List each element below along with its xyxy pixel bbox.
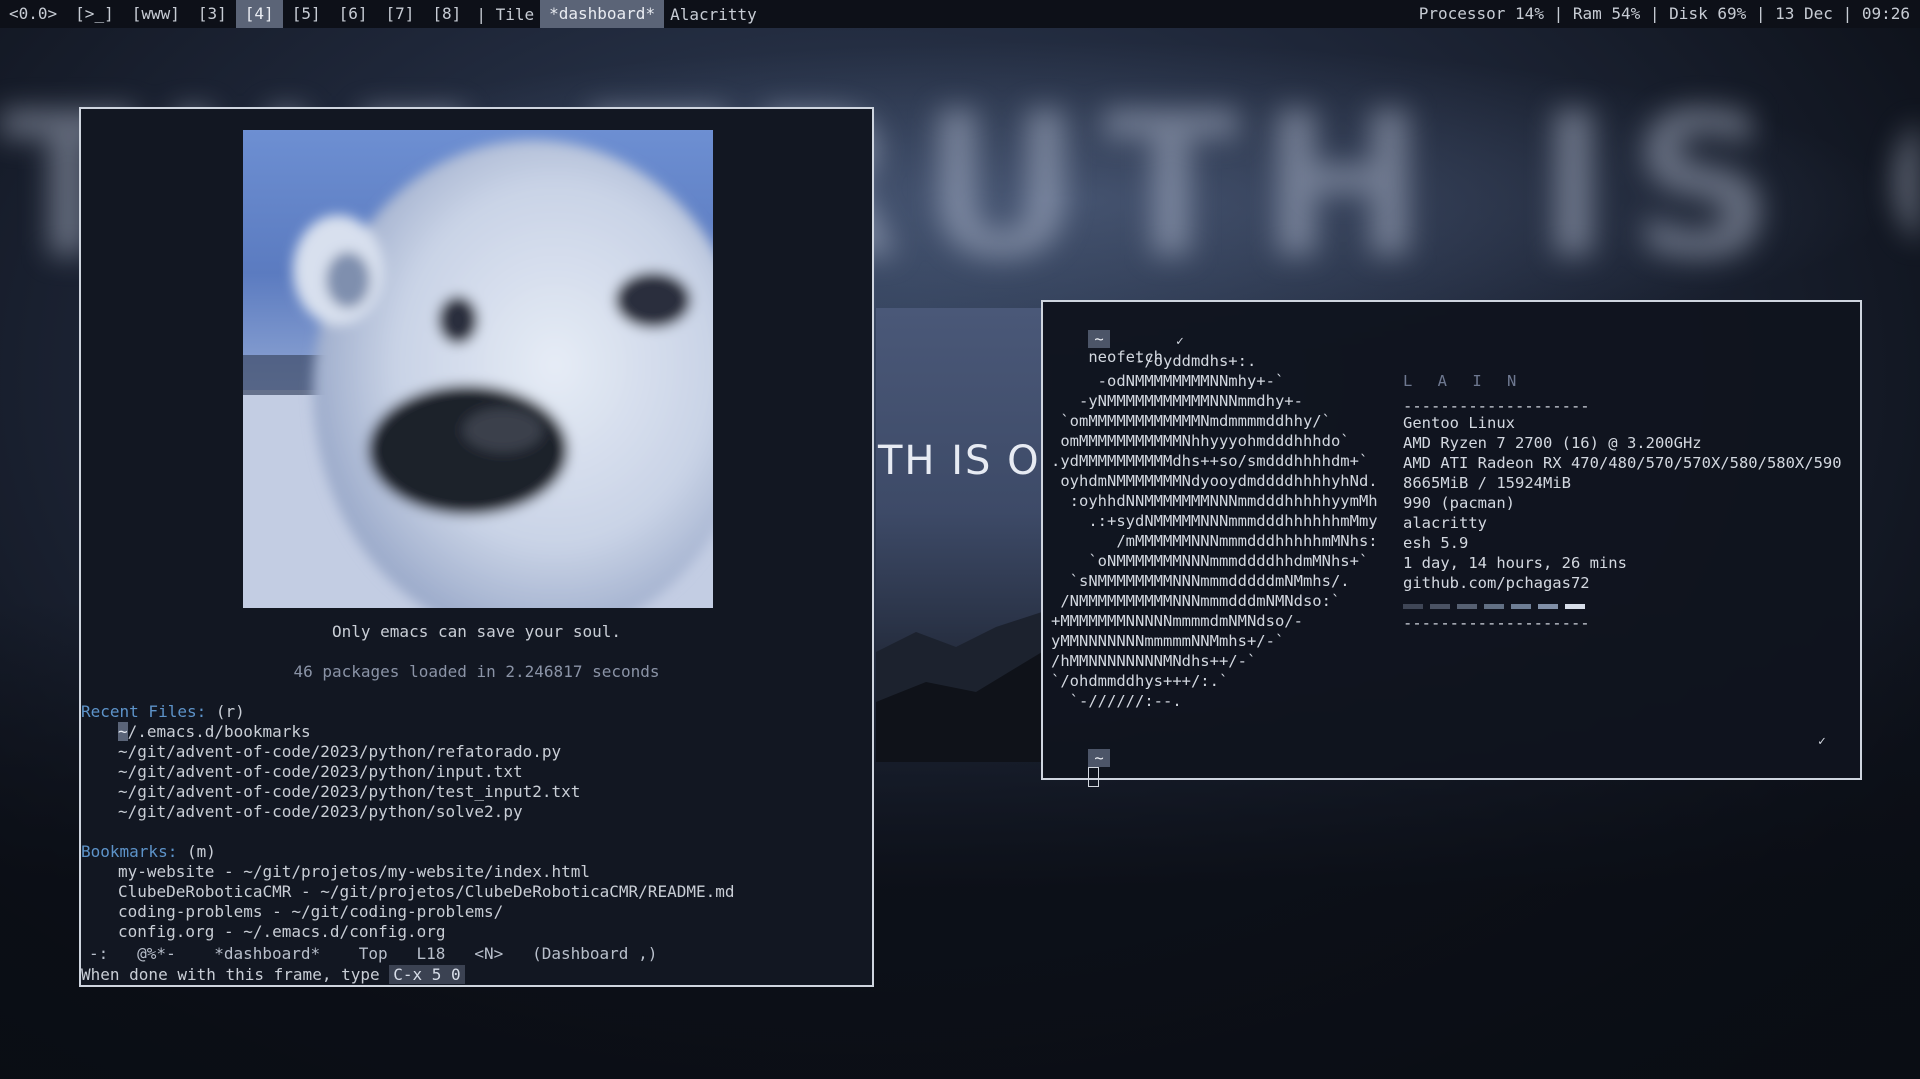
ascii-art-line: `/ohdmmddhys+++/:.` [1051, 672, 1229, 690]
color-swatch [1430, 604, 1450, 609]
workspace-7[interactable]: [7] [377, 0, 424, 28]
recent-file-item[interactable]: ~/git/advent-of-code/2023/python/test_in… [118, 782, 580, 801]
workspace-www[interactable]: [www] [123, 0, 189, 28]
ascii-art-line: oyhdmNMMMMMMMNdyooydmddddhhhhyhNd. [1051, 472, 1378, 490]
bookmarks-heading: Bookmarks: [81, 842, 178, 861]
color-swatch [1511, 604, 1531, 609]
recent-file-item-rest[interactable]: /.emacs.d/bookmarks [128, 722, 311, 741]
ascii-art-line: `sNMMMMMMMMNNNmmmdddddmNMmhs/. [1051, 572, 1350, 590]
info-separator-bottom: -------------------- [1403, 614, 1590, 632]
ascii-art-line: +MMMMMMMNNNNNmmmmdmNMNdso/- [1051, 612, 1303, 630]
ascii-art-line: -odNMMMMMMMMNNmhy+-` [1051, 372, 1285, 390]
workspace-0[interactable]: <0.0> [0, 0, 66, 28]
prompt-status-icon: ✓ [1818, 734, 1826, 749]
emacs-minibuffer[interactable]: When done with this frame, type C-x 5 0 [81, 965, 465, 984]
info-gpu: AMD ATI Radeon RX 470/480/570/570X/580/5… [1403, 454, 1842, 472]
color-swatch [1565, 604, 1585, 609]
ascii-art-line: /mMMMMMMNNNmmmdddhhhhhmMNhs: [1051, 532, 1378, 550]
color-swatch [1484, 604, 1504, 609]
recent-file-item[interactable]: ~/git/advent-of-code/2023/python/refator… [118, 742, 561, 761]
bookmark-item[interactable]: ClubeDeRoboticaCMR - ~/git/projetos/Club… [118, 882, 735, 901]
info-cpu: AMD Ryzen 7 2700 (16) @ 3.200GHz [1403, 434, 1702, 452]
workspace-4-active[interactable]: [4] [235, 0, 283, 28]
ascii-art-line: yMMNNNNNNNmmmmmNNMmhs+/-` [1051, 632, 1285, 650]
info-memory: 8665MiB / 15924MiB [1403, 474, 1571, 492]
info-packages: 990 (pacman) [1403, 494, 1515, 512]
window-title-dashboard[interactable]: *dashboard* [540, 0, 665, 28]
color-swatch [1538, 604, 1558, 609]
ascii-art-line: `-//////:--. [1051, 692, 1182, 710]
polar-bear-illustration [243, 140, 713, 608]
workspace-8[interactable]: [8] [423, 0, 470, 28]
recent-files-heading: Recent Files: [81, 702, 207, 721]
info-os: Gentoo Linux [1403, 414, 1515, 432]
prompt-directory: ~ [1088, 749, 1110, 767]
bookmarks-header: Bookmarks: (m) [81, 842, 216, 861]
text-cursor: ~ [118, 722, 128, 741]
workspace-6[interactable]: [6] [330, 0, 377, 28]
ascii-art-line: `omMMMMMMMMMMMMNmdmmmmddhhy/` [1051, 412, 1331, 430]
recent-files-header: Recent Files: (r) [81, 702, 245, 721]
recent-file-item[interactable]: ~/git/advent-of-code/2023/python/solve2.… [118, 802, 523, 821]
workspace-terminal[interactable]: [>_] [66, 0, 123, 28]
minibuffer-message: When done with this frame, type [81, 965, 390, 984]
info-github: github.com/pchagas72 [1403, 574, 1590, 592]
ascii-art-line: /hMMNNNNNNNNMNdhs++/-` [1051, 652, 1257, 670]
dashboard-banner: Only emacs can save your soul. [332, 622, 621, 641]
recent-files-key: (r) [215, 702, 245, 721]
recent-file-item[interactable]: ~/git/advent-of-code/2023/python/input.t… [118, 762, 523, 781]
info-shell: esh 5.9 [1403, 534, 1469, 552]
bookmark-item[interactable]: config.org - ~/.emacs.d/config.org [118, 922, 446, 941]
bookmark-item[interactable]: my-website - ~/git/projetos/my-website/i… [118, 862, 590, 881]
ascii-art-line: `oNMMMMMMMNNNmmmddddhhdmMNhs+` [1051, 552, 1369, 570]
bookmark-item[interactable]: coding-problems - ~/git/coding-problems/ [118, 902, 503, 921]
color-swatch [1403, 604, 1423, 609]
emacs-dashboard-window[interactable]: Only emacs can save your soul. 46 packag… [79, 107, 874, 987]
ascii-art-line: .:+sydNMMMMMNNNmmmdddhhhhhhmMmy [1051, 512, 1378, 530]
ascii-art-line: omMMMMMMMMMMMNhhyyyohmdddhhhdo` [1051, 432, 1350, 450]
terminal-cursor [1088, 767, 1100, 787]
info-uptime: 1 day, 14 hours, 26 mins [1403, 554, 1627, 572]
ascii-art-line: /NMMMMMMMMMMNNNmmmdddmNMNdso:` [1051, 592, 1341, 610]
mountain-silhouette [876, 612, 1042, 762]
layout-indicator[interactable]: | Tile [470, 5, 540, 24]
ascii-art-line: .ydMMMMMMMMMMdhs++so/smdddhhhhdm+` [1051, 452, 1369, 470]
system-status: Processor 14% | Ram 54% | Disk 69% | 13 … [1418, 4, 1910, 23]
info-separator: -------------------- [1403, 397, 1590, 415]
prompt-directory: ~ [1088, 330, 1110, 348]
info-terminal: alacritty [1403, 514, 1487, 532]
bookmarks-key: (m) [186, 842, 216, 861]
polar-bear-image [243, 130, 713, 608]
color-swatch [1457, 604, 1477, 609]
alacritty-terminal-window[interactable]: ~ neofetch ✓ -/oyddmdhs+:. -odNMMMMMMMMN… [1041, 300, 1862, 787]
emacs-modeline: -: @%*- *dashboard* Top L18 <N> (Dashboa… [89, 944, 658, 963]
workspace-5[interactable]: [5] [283, 0, 330, 28]
command-success-icon: ✓ [1176, 334, 1184, 349]
image-viewer-window[interactable]: TH IS OU [876, 308, 1042, 762]
ascii-art-line: :oyhhdNNMMMMMMMNNNmmdddhhhhhyymMh [1051, 492, 1378, 510]
window-title-alacritty[interactable]: Alacritty [664, 5, 763, 24]
workspace-3[interactable]: [3] [189, 0, 236, 28]
color-palette [1403, 604, 1603, 610]
minibuffer-keybinding: C-x 5 0 [389, 965, 465, 984]
recent-file-item[interactable]: ~/.emacs.d/bookmarks [118, 722, 311, 741]
ascii-art-line: -/oyddmdhs+:. [1051, 352, 1257, 370]
image-text: TH IS OU [878, 438, 1042, 484]
command-prompt-line-2[interactable]: ~ [1051, 731, 1128, 805]
packages-loaded-line: 46 packages loaded in 2.246817 seconds [293, 662, 660, 681]
top-status-bar: <0.0> [>_] [www] [3] [4] [5] [6] [7] [8]… [0, 0, 1920, 28]
info-header: L A I N [1403, 372, 1525, 390]
ascii-art-line: -yNMMMMMMMMMMMNNNmmdhy+- [1051, 392, 1303, 410]
